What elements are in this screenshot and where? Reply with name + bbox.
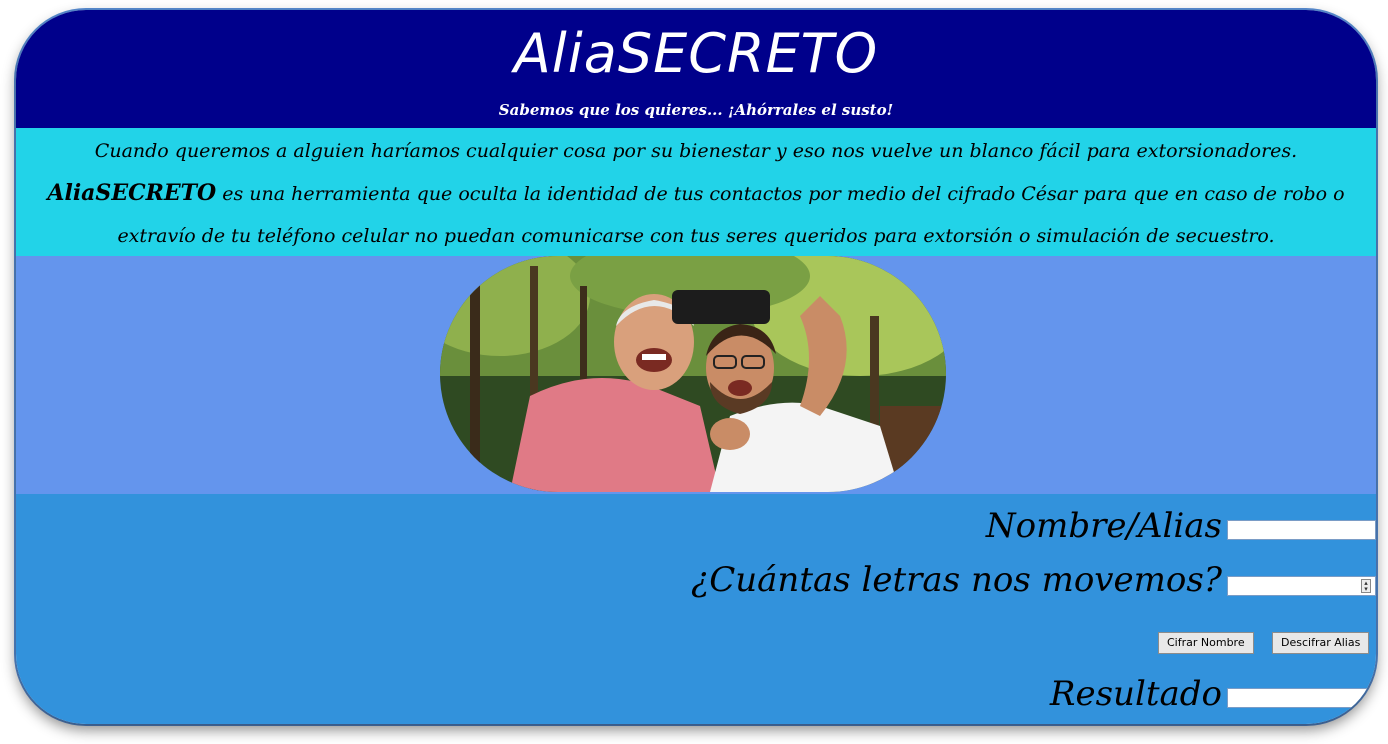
intro-brand: AliaSECRETO xyxy=(47,180,217,206)
header: AliaSECRETO Sabemos que los quieres... ¡… xyxy=(16,10,1376,128)
photo-band xyxy=(16,256,1376,494)
result-output[interactable] xyxy=(1227,688,1376,708)
intro-line-2-rest: es una herramienta que oculta la identid… xyxy=(216,183,1345,205)
encrypt-name-button[interactable]: Cifrar Nombre xyxy=(1158,632,1254,654)
cipher-form: Nombre/Alias ¿Cuántas letras nos movemos… xyxy=(16,494,1376,724)
intro-line-1: Cuando queremos a alguien haríamos cualq… xyxy=(94,140,1298,162)
intro-line-2: AliaSECRETO es una herramienta que ocult… xyxy=(16,172,1376,215)
shift-number-input[interactable]: ▴ ▾ xyxy=(1227,576,1376,596)
family-selfie-photo xyxy=(440,256,946,492)
intro-text: Cuando queremos a alguien haríamos cualq… xyxy=(16,128,1376,256)
result-label: Resultado xyxy=(1049,674,1222,714)
name-label: Nombre/Alias xyxy=(985,506,1222,546)
shift-label: ¿Cuántas letras nos movemos? xyxy=(691,560,1222,600)
name-input[interactable] xyxy=(1227,520,1376,540)
app-subtitle: Sabemos que los quieres... ¡Ahórrales el… xyxy=(498,101,894,119)
app-title: AliaSECRETO xyxy=(513,22,879,85)
app-frame: AliaSECRETO Sabemos que los quieres... ¡… xyxy=(16,10,1376,724)
decrypt-alias-button[interactable]: Descifrar Alias xyxy=(1272,632,1370,654)
spinner-arrows-icon[interactable]: ▴ ▾ xyxy=(1361,579,1371,593)
intro-line-3: extravío de tu teléfono celular no pueda… xyxy=(117,225,1275,247)
